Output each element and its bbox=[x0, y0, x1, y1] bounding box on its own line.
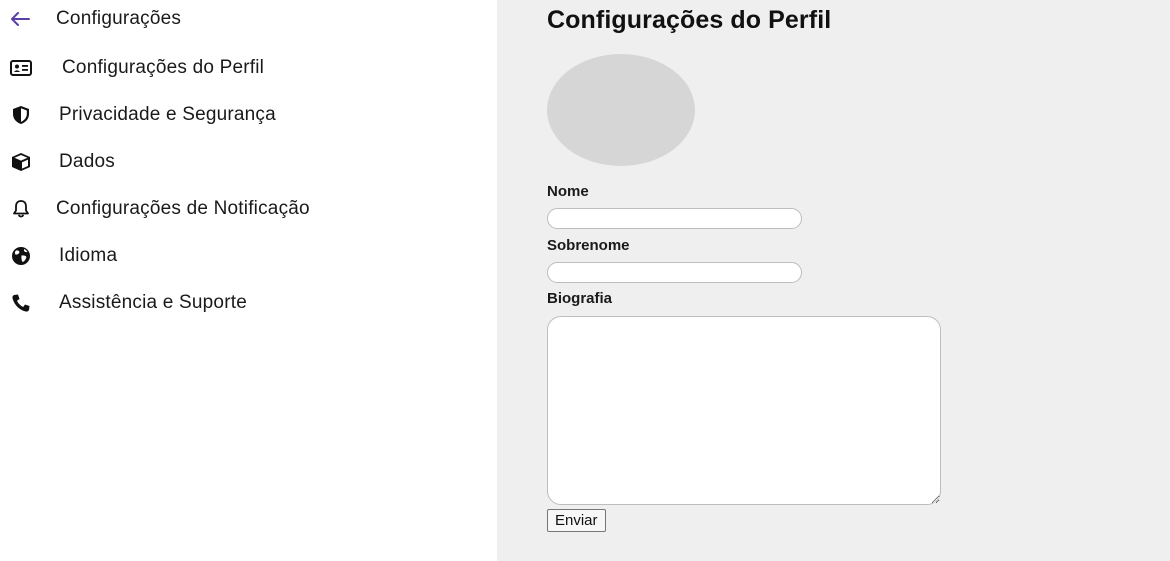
sidebar-title: Configurações bbox=[56, 8, 182, 29]
first-name-field[interactable] bbox=[547, 208, 802, 229]
bio-label: Biografia bbox=[547, 290, 613, 307]
id-card-icon bbox=[10, 57, 32, 79]
avatar[interactable] bbox=[547, 54, 695, 166]
bell-icon bbox=[10, 198, 32, 220]
first-name-label: Nome bbox=[547, 183, 589, 200]
settings-sidebar: Configurações Configurações do Perfil Pr… bbox=[0, 0, 497, 561]
sidebar-item-notification-settings[interactable]: Configurações de Notificação bbox=[0, 185, 497, 232]
sidebar-item-label: Configurações do Perfil bbox=[62, 56, 265, 78]
bio-textarea[interactable] bbox=[547, 316, 941, 505]
settings-nav: Configurações do Perfil Privacidade e Se… bbox=[0, 44, 497, 326]
sidebar-item-profile-settings[interactable]: Configurações do Perfil bbox=[0, 44, 497, 91]
sidebar-item-language[interactable]: Idioma bbox=[0, 232, 497, 279]
sidebar-item-label: Privacidade e Segurança bbox=[59, 103, 276, 125]
sidebar-item-label: Idioma bbox=[59, 244, 118, 266]
submit-button[interactable]: Enviar bbox=[547, 509, 606, 532]
sidebar-item-label: Configurações de Notificação bbox=[56, 197, 310, 219]
cube-icon bbox=[10, 151, 32, 173]
sidebar-item-label: Assistência e Suporte bbox=[59, 291, 247, 313]
back-navigation[interactable]: Configurações bbox=[10, 6, 181, 32]
page-title: Configurações do Perfil bbox=[547, 6, 832, 34]
last-name-label: Sobrenome bbox=[547, 237, 630, 254]
profile-settings-panel: Configurações do Perfil Nome Sobrenome B… bbox=[497, 0, 1170, 561]
arrow-left-icon[interactable] bbox=[10, 6, 32, 32]
settings-app: Configurações Configurações do Perfil Pr… bbox=[0, 0, 1170, 561]
shield-icon bbox=[10, 104, 32, 126]
sidebar-item-privacy-security[interactable]: Privacidade e Segurança bbox=[0, 91, 497, 138]
sidebar-item-label: Dados bbox=[59, 150, 115, 172]
globe-icon bbox=[10, 245, 32, 267]
sidebar-item-support[interactable]: Assistência e Suporte bbox=[0, 279, 497, 326]
sidebar-item-data[interactable]: Dados bbox=[0, 138, 497, 185]
last-name-field[interactable] bbox=[547, 262, 802, 283]
phone-icon bbox=[10, 292, 32, 314]
